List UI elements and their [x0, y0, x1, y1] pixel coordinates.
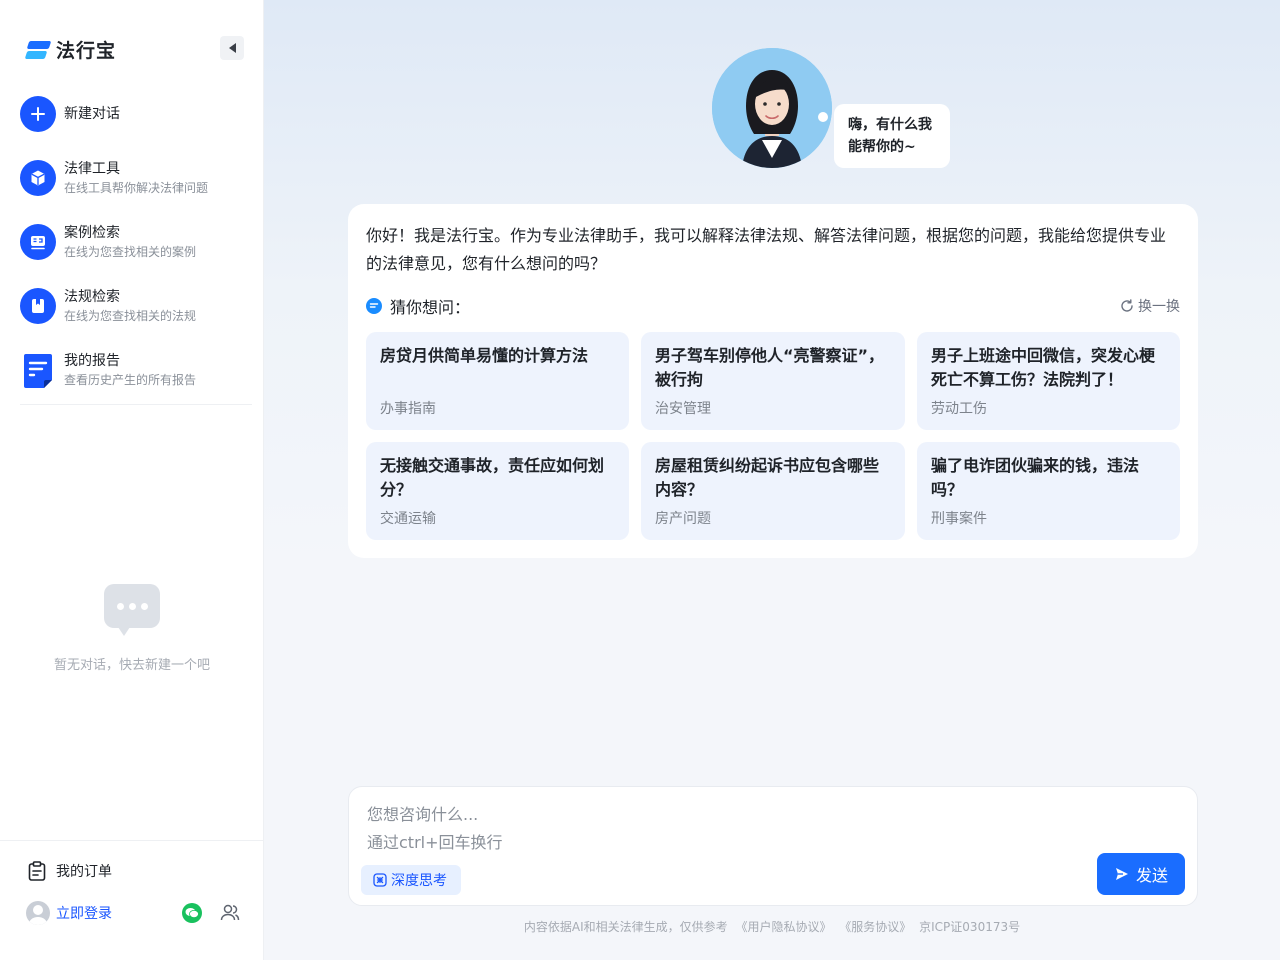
placeholder-line-2: 通过ctrl+回车换行 — [367, 833, 503, 852]
sidebar-item-label: 法规检索 — [64, 289, 120, 305]
sidebar-item-sublabel: 在线为您查找相关的案例 — [64, 245, 197, 259]
suggestion-tag: 交通运输 — [380, 511, 436, 527]
sidebar-item-my-reports[interactable]: 我的报告 查看历史产生的所有报告 — [20, 352, 252, 388]
my-orders-button[interactable]: 我的订单 — [28, 861, 112, 881]
sidebar-nav: 新建对话 法律工具 在线工具帮你解决法律问题 案例检索 在线为您查找相关的案例 — [20, 96, 252, 416]
placeholder-line-1: 您想咨询什么... — [367, 805, 479, 824]
plus-icon — [20, 96, 56, 132]
chat-input-box[interactable]: 您想咨询什么... 通过ctrl+回车换行 深度思考 发送 — [348, 786, 1198, 906]
user-switch-icon[interactable] — [220, 903, 240, 927]
send-label: 发送 — [1135, 866, 1168, 885]
suggestion-card[interactable]: 男子驾车别停他人“亮警察证”，被行拘 治安管理 — [641, 332, 905, 430]
send-button[interactable]: 发送 — [1097, 853, 1185, 895]
suggestion-tag: 办事指南 — [380, 401, 436, 417]
suggestion-tag: 房产问题 — [655, 511, 711, 527]
main-area: 嗨，有什么我能帮你的~ 你好！我是法行宝。作为专业法律助手，我可以解释法律法规、… — [264, 0, 1280, 960]
suggestion-title: 男子上班途中回微信，突发心梗死亡不算工伤？法院判了！ — [931, 346, 1156, 389]
sidebar-item-sublabel: 在线为您查找相关的法规 — [64, 309, 197, 323]
sidebar-item-sublabel: 在线工具帮你解决法律问题 — [64, 181, 209, 195]
brand-logo-icon — [24, 39, 52, 61]
online-indicator — [816, 110, 830, 124]
intro-card: 你好！我是法行宝。作为专业法律助手，我可以解释法律法规、解答法律问题，根据您的问… — [348, 204, 1198, 558]
refresh-label: 换一换 — [1138, 299, 1180, 315]
book-icon — [20, 288, 56, 324]
suggestion-card[interactable]: 无接触交通事故，责任应如何划分？ 交通运输 — [366, 442, 629, 540]
suggestion-title: 骗了电诈团伙骗来的钱，违法吗？ — [931, 456, 1140, 499]
assistant-greeting-bubble: 嗨，有什么我能帮你的~ — [834, 104, 950, 168]
case-document-icon — [20, 224, 56, 260]
my-orders-label: 我的订单 — [56, 864, 112, 880]
suggestion-tag: 劳动工伤 — [931, 401, 987, 417]
service-agreement-link[interactable]: 《服务协议》 — [839, 920, 911, 934]
chat-bubble-icon — [104, 584, 160, 636]
privacy-policy-link[interactable]: 《用户隐私协议》 — [735, 920, 831, 934]
suggestion-card[interactable]: 男子上班途中回微信，突发心梗死亡不算工伤？法院判了！ 劳动工伤 — [917, 332, 1180, 430]
sidebar: 法行宝 新建对话 法律工具 在线工具帮你解决法律问题 案例检索 在线为您查找相关… — [0, 0, 264, 960]
sidebar-item-label: 我的报告 — [64, 353, 120, 369]
empty-history-text: 暂无对话，快去新建一个吧 — [53, 658, 210, 673]
sidebar-footer: 我的订单 立即登录 — [0, 840, 264, 960]
brand-logo[interactable]: 法行宝 — [24, 36, 117, 63]
sidebar-item-label: 法律工具 — [64, 161, 120, 177]
sidebar-item-legal-tools[interactable]: 法律工具 在线工具帮你解决法律问题 — [20, 160, 252, 196]
suggestion-tag: 治安管理 — [655, 401, 711, 417]
chat-input-placeholder[interactable]: 您想咨询什么... 通过ctrl+回车换行 — [367, 801, 503, 857]
brand-name: 法行宝 — [56, 40, 117, 62]
send-icon — [1115, 868, 1128, 880]
suggestion-title: 男子驾车别停他人“亮警察证”，被行拘 — [655, 346, 885, 389]
sidebar-item-label: 案例检索 — [64, 225, 120, 241]
footer: 内容依据AI和相关法律生成，仅供参考 《用户隐私协议》 《服务协议》 京ICP证… — [264, 918, 1280, 935]
user-avatar — [26, 901, 50, 925]
caret-left-icon — [228, 43, 236, 53]
login-row: 立即登录 — [26, 901, 246, 925]
suggestion-title: 房屋租赁纠纷起诉书应包含哪些内容？ — [655, 456, 880, 499]
refresh-suggestions-button[interactable]: 换一换 — [1120, 296, 1180, 316]
clipboard-icon — [28, 861, 46, 881]
suggestion-title: 房贷月供简单易懂的计算方法 — [380, 346, 589, 365]
footer-disclaimer: 内容依据AI和相关法律生成，仅供参考 — [523, 920, 728, 934]
login-link[interactable]: 立即登录 — [56, 903, 112, 923]
suggestion-card[interactable]: 骗了电诈团伙骗来的钱，违法吗？ 刑事案件 — [917, 442, 1180, 540]
sidebar-item-regulation-search[interactable]: 法规检索 在线为您查找相关的法规 — [20, 288, 252, 324]
sidebar-divider — [20, 404, 252, 405]
suggestions-title: 猜你想问： — [390, 298, 471, 317]
new-chat-label: 新建对话 — [64, 106, 120, 122]
new-chat-button[interactable]: 新建对话 — [20, 96, 252, 132]
suggestion-card[interactable]: 房屋租赁纠纷起诉书应包含哪些内容？ 房产问题 — [641, 442, 905, 540]
deep-think-toggle[interactable]: 深度思考 — [361, 865, 461, 895]
empty-history: 暂无对话，快去新建一个吧 — [0, 584, 264, 673]
suggestion-card[interactable]: 房贷月供简单易懂的计算方法 办事指南 — [366, 332, 629, 430]
refresh-icon — [1121, 299, 1133, 312]
chat-suggestion-icon — [366, 298, 382, 314]
collapse-sidebar-button[interactable] — [220, 36, 244, 60]
report-icon — [20, 352, 56, 388]
sidebar-item-case-search[interactable]: 案例检索 在线为您查找相关的案例 — [20, 224, 252, 260]
assistant-intro-text: 你好！我是法行宝。作为专业法律助手，我可以解释法律法规、解答法律问题，根据您的问… — [366, 226, 1167, 273]
sidebar-item-sublabel: 查看历史产生的所有报告 — [64, 373, 197, 387]
cube-icon — [20, 160, 56, 196]
suggestion-title: 无接触交通事故，责任应如何划分？ — [380, 456, 605, 499]
suggestions-header: 猜你想问： 换一换 — [366, 296, 1180, 317]
assistant-avatar — [712, 48, 832, 168]
deep-think-icon — [373, 873, 387, 887]
icp-license[interactable]: 京ICP证030173号 — [919, 920, 1020, 934]
suggestion-tag: 刑事案件 — [931, 511, 987, 527]
wechat-icon[interactable] — [182, 903, 202, 923]
suggestion-grid: 房贷月供简单易懂的计算方法 办事指南 男子驾车别停他人“亮警察证”，被行拘 治安… — [366, 332, 1180, 540]
deep-think-label: 深度思考 — [391, 873, 447, 889]
